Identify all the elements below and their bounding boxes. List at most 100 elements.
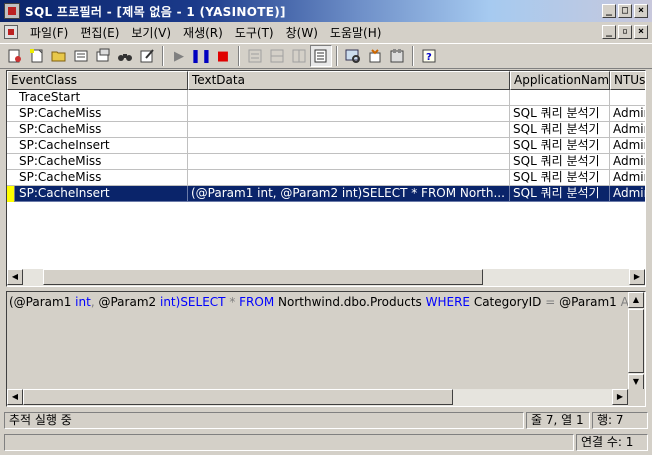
title-bar[interactable]: SQL 프로필러 - [제목 없음 - 1 (YASINOTE)] _ □ × [0, 0, 652, 22]
trace-grid[interactable]: EventClass TextData ApplicationName NTUs… [6, 70, 646, 287]
cell-applicationname: SQL 쿼리 분석기 [510, 138, 610, 154]
open-folder-icon[interactable] [48, 45, 70, 67]
cell-eventclass: SP:CacheMiss [7, 154, 188, 170]
doc-restore-button[interactable]: ▫ [618, 25, 632, 39]
scroll-thumb[interactable] [43, 269, 483, 285]
column-textdata[interactable]: TextData [188, 71, 510, 90]
cell-eventclass: SP:CacheMiss [7, 170, 188, 186]
cell-eventclass: SP:CacheMiss [7, 122, 188, 138]
cell-applicationname: SQL 쿼리 분석기 [510, 122, 610, 138]
grid-header: EventClass TextData ApplicationName NTUs [7, 71, 645, 90]
menu-window[interactable]: 창(W) [280, 24, 324, 41]
pause-trace-icon[interactable]: ❚❚ [190, 45, 212, 67]
auto-scroll-icon[interactable] [310, 45, 332, 67]
cell-eventclass: TraceStart [7, 90, 188, 106]
grid-body: TraceStart SP:CacheMiss SQL 쿼리 분석기 Admin… [7, 90, 645, 202]
document-icon[interactable] [4, 25, 18, 39]
cell-textdata [188, 90, 510, 106]
doc-close-button[interactable]: × [634, 25, 648, 39]
maximize-button[interactable]: □ [618, 4, 632, 18]
close-button[interactable]: × [634, 4, 648, 18]
cell-applicationname [510, 90, 610, 106]
help-icon[interactable]: ? [418, 45, 440, 67]
new-trace-icon[interactable] [4, 45, 26, 67]
scroll-right-icon[interactable]: ▶ [629, 269, 645, 285]
vscroll-thumb[interactable] [628, 309, 644, 373]
cell-eventclass: SP:CacheMiss [7, 106, 188, 122]
menu-tools[interactable]: 도구(T) [229, 24, 280, 41]
cell-applicationname: SQL 쿼리 분석기 [510, 154, 610, 170]
table-row[interactable]: SP:CacheMiss SQL 쿼리 분석기 Admin [7, 106, 645, 122]
menu-bar: 파일(F) 편집(E) 보기(V) 재생(R) 도구(T) 창(W) 도움말(H… [0, 22, 652, 42]
step-icon[interactable] [244, 45, 266, 67]
cell-ntusername [610, 90, 645, 106]
column-eventclass[interactable]: EventClass [7, 71, 188, 90]
table-row[interactable]: SP:CacheMiss SQL 쿼리 분석기 Admin [7, 122, 645, 138]
query-analyzer-icon[interactable] [342, 45, 364, 67]
textdata-detail-pane[interactable]: (@Param1 int, @Param2 int)SELECT * FROM … [6, 291, 646, 407]
svg-text:?: ? [426, 52, 432, 63]
start-trace-icon[interactable]: ▶ [168, 45, 190, 67]
table-row[interactable]: SP:CacheMiss SQL 쿼리 분석기 Admin [7, 170, 645, 186]
cell-ntusername: Admin [610, 170, 645, 186]
menu-help[interactable]: 도움말(H) [324, 24, 388, 41]
new-file-icon[interactable] [26, 45, 48, 67]
status-message: 추적 실행 중 [4, 411, 524, 429]
menu-file[interactable]: 파일(F) [24, 24, 74, 41]
minimize-button[interactable]: _ [602, 4, 616, 18]
index-tuning-icon[interactable] [364, 45, 386, 67]
cell-ntusername: Admin [610, 106, 645, 122]
app-icon[interactable] [4, 3, 20, 19]
scroll-left-icon[interactable]: ◀ [7, 389, 23, 405]
cell-textdata [188, 106, 510, 122]
toolbar: ▶ ❚❚ ■ ? [0, 43, 652, 69]
status-position: 줄 7, 열 1 [526, 411, 590, 429]
scroll-up-icon[interactable]: ▲ [628, 292, 644, 308]
cell-ntusername: Admin [610, 122, 645, 138]
table-row[interactable]: SP:CacheInsert SQL 쿼리 분석기 Admin [7, 138, 645, 154]
window-title: SQL 프로필러 - [제목 없음 - 1 (YASINOTE)] [25, 4, 286, 19]
cell-applicationname: SQL 쿼리 분석기 [510, 186, 610, 202]
menu-view[interactable]: 보기(V) [125, 24, 177, 41]
detail-vertical-scrollbar[interactable]: ▲ ▼ [628, 292, 645, 390]
sql-text: (@Param1 int, @Param2 int)SELECT * FROM … [9, 295, 645, 309]
hscroll-thumb[interactable] [23, 389, 453, 405]
cell-textdata [188, 170, 510, 186]
cell-textdata: (@Param1 int, @Param2 int)SELECT * FROM … [188, 186, 510, 202]
table-row-selected[interactable]: SP:CacheInsert (@Param1 int, @Param2 int… [7, 186, 645, 202]
edit-filter-icon[interactable] [136, 45, 158, 67]
status-empty [4, 434, 574, 451]
cell-applicationname: SQL 쿼리 분석기 [510, 170, 610, 186]
cell-applicationname: SQL 쿼리 분석기 [510, 106, 610, 122]
cell-ntusername: Admin [610, 154, 645, 170]
toggle-breakpoint-icon[interactable] [288, 45, 310, 67]
cell-ntusername: Admin [610, 186, 645, 202]
status-bar: 추적 실행 중 줄 7, 열 1 행: 7 [0, 410, 652, 430]
doc-minimize-button[interactable]: _ [602, 25, 616, 39]
menu-edit[interactable]: 편집(E) [74, 24, 125, 41]
grid-horizontal-scrollbar[interactable]: ◀ ▶ [7, 269, 645, 286]
column-applicationname[interactable]: ApplicationName [510, 71, 610, 90]
app-status-bar: 연결 수: 1 [0, 432, 652, 453]
template-icon[interactable] [92, 45, 114, 67]
detail-horizontal-scrollbar[interactable]: ◀ ▶ [7, 389, 628, 406]
run-to-cursor-icon[interactable] [266, 45, 288, 67]
selected-row-marker [7, 186, 15, 202]
cell-eventclass: SP:CacheInsert [7, 138, 188, 154]
enterprise-manager-icon[interactable] [386, 45, 408, 67]
stop-trace-icon[interactable]: ■ [212, 45, 234, 67]
status-rows: 행: 7 [592, 411, 648, 429]
cell-ntusername: Admin [610, 138, 645, 154]
find-binoculars-icon[interactable] [114, 45, 136, 67]
scroll-down-icon[interactable]: ▼ [628, 374, 644, 390]
menu-replay[interactable]: 재생(R) [177, 24, 229, 41]
table-row[interactable]: TraceStart [7, 90, 645, 106]
table-row[interactable]: SP:CacheMiss SQL 쿼리 분석기 Admin [7, 154, 645, 170]
scroll-right-icon[interactable]: ▶ [612, 389, 628, 405]
scroll-left-icon[interactable]: ◀ [7, 269, 23, 285]
cell-textdata [188, 154, 510, 170]
cell-textdata [188, 138, 510, 154]
column-ntusername[interactable]: NTUs [610, 71, 645, 90]
properties-icon[interactable] [70, 45, 92, 67]
status-connections: 연결 수: 1 [576, 434, 648, 451]
